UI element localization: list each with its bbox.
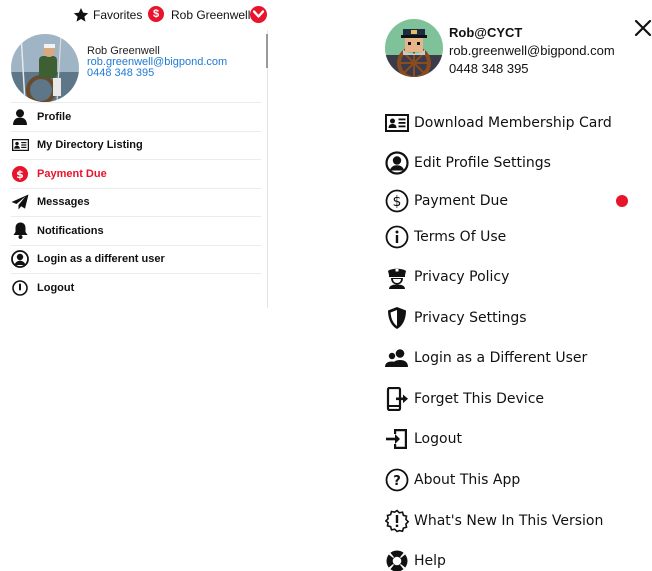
menu-item-whats-new[interactable]: What's New In This Version	[384, 506, 644, 536]
sign-out-icon	[384, 426, 410, 452]
top-bar: Favorites $ Rob Greenwell	[0, 0, 270, 30]
favorites-link[interactable]: Favorites	[93, 8, 142, 22]
menu-item-label: Payment Due	[37, 167, 107, 180]
shield-icon	[384, 305, 410, 331]
menu-item-login-as-different-user[interactable]: Login as a different user	[11, 244, 261, 274]
side-menu-username: Rob@CYCT	[449, 25, 523, 40]
dropdown-profile-header: Rob Greenwell rob.greenwell@bigpond.com …	[0, 30, 268, 102]
id-card-icon	[11, 136, 29, 154]
menu-item-logout[interactable]: Logout	[11, 273, 261, 302]
menu-item-help[interactable]: Help	[384, 546, 644, 571]
menu-item-label: Login as a Different User	[414, 350, 588, 366]
users-icon	[384, 345, 410, 371]
menu-item-profile[interactable]: Profile	[11, 102, 261, 131]
menu-item-login-as-different-user[interactable]: Login as a Different User	[384, 343, 644, 373]
user-dropdown: Rob Greenwell rob.greenwell@bigpond.com …	[0, 30, 268, 308]
svg-text:$: $	[16, 168, 24, 181]
menu-item-label: Edit Profile Settings	[414, 155, 551, 171]
payment-due-badge[interactable]: $	[148, 6, 164, 22]
menu-item-my-directory-listing[interactable]: My Directory Listing	[11, 130, 261, 160]
menu-item-download-membership-card[interactable]: Download Membership Card	[384, 108, 644, 138]
payment-due-indicator	[616, 195, 628, 207]
dollar-badge-icon: $	[11, 165, 29, 183]
menu-item-logout[interactable]: Logout	[384, 424, 644, 454]
menu-item-label: Help	[414, 553, 446, 569]
user-circle-icon	[384, 150, 410, 176]
menu-item-messages[interactable]: Messages	[11, 187, 261, 217]
menu-item-label: Forget This Device	[414, 391, 545, 407]
menu-item-label: Payment Due	[414, 193, 509, 209]
profile-phone[interactable]: 0448 348 395	[87, 67, 154, 79]
menu-item-payment-due[interactable]: $ Payment Due	[11, 159, 261, 188]
menu-item-forget-this-device[interactable]: Forget This Device	[384, 384, 644, 414]
avatar	[11, 34, 79, 102]
chevron-down-icon	[253, 10, 264, 18]
menu-item-label: Logout	[37, 281, 75, 294]
power-icon	[11, 279, 29, 297]
menu-item-label: About This App	[414, 472, 521, 488]
user-menu-toggle[interactable]	[250, 6, 267, 23]
device-exit-icon	[384, 386, 410, 412]
side-menu-phone: 0448 348 395	[449, 61, 529, 76]
menu-item-label: Terms Of Use	[414, 229, 507, 245]
life-ring-icon	[384, 548, 410, 571]
menu-item-label: What's New In This Version	[414, 513, 604, 529]
menu-item-privacy-policy[interactable]: Privacy Policy	[384, 262, 644, 292]
user-circle-icon	[11, 250, 29, 269]
menu-item-label: Logout	[414, 431, 462, 447]
menu-item-privacy-settings[interactable]: Privacy Settings	[384, 303, 644, 333]
svg-text:$: $	[393, 194, 402, 210]
dollar-circle-icon: $	[384, 188, 410, 214]
question-circle-icon: ?	[384, 467, 410, 493]
paper-plane-icon	[11, 193, 29, 211]
menu-item-payment-due[interactable]: $ Payment Due	[384, 186, 644, 216]
menu-item-label: Messages	[37, 196, 90, 209]
close-icon[interactable]	[633, 18, 652, 38]
menu-item-label: Notifications	[37, 224, 104, 237]
menu-item-terms-of-use[interactable]: Terms Of Use	[384, 222, 644, 252]
menu-item-label: Profile	[37, 110, 72, 123]
menu-item-notifications[interactable]: Notifications	[11, 216, 261, 245]
menu-item-label: Login as a different user	[37, 253, 165, 266]
new-badge-icon	[384, 508, 410, 534]
id-card-icon	[384, 110, 410, 136]
dropdown-menu: Profile My Directory Listing $ Payment D…	[11, 102, 261, 302]
menu-item-about-this-app[interactable]: ? About This App	[384, 465, 644, 495]
side-menu-header: Rob@CYCT rob.greenwell@bigpond.com 0448 …	[385, 19, 652, 83]
person-icon	[11, 108, 29, 126]
menu-item-label: Privacy Policy	[414, 269, 510, 285]
menu-item-label: Privacy Settings	[414, 310, 527, 326]
info-circle-icon	[384, 224, 410, 250]
avatar	[385, 19, 443, 77]
police-officer-icon	[384, 264, 410, 290]
scrollbar[interactable]	[266, 34, 268, 68]
star-icon[interactable]	[73, 7, 89, 23]
menu-item-label: Download Membership Card	[414, 115, 612, 131]
user-menu-name[interactable]: Rob Greenwell	[171, 8, 250, 22]
svg-text:?: ?	[393, 474, 401, 489]
side-menu-email: rob.greenwell@bigpond.com	[449, 43, 615, 58]
bell-icon	[11, 222, 29, 240]
menu-item-edit-profile-settings[interactable]: Edit Profile Settings	[384, 148, 644, 178]
menu-item-label: My Directory Listing	[37, 139, 143, 152]
